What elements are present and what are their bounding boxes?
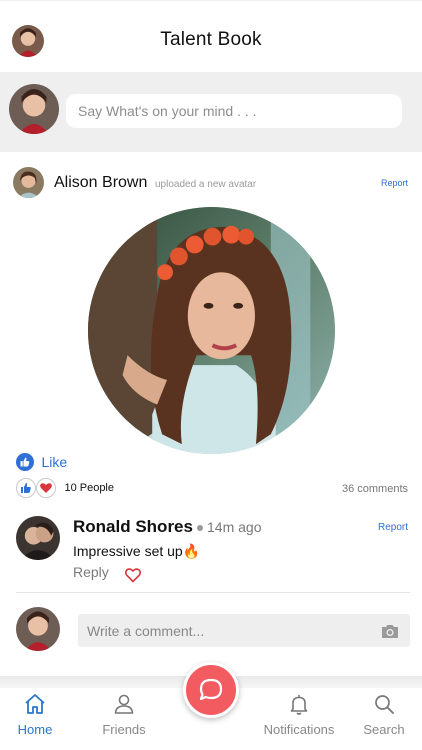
camera-icon[interactable] bbox=[380, 622, 400, 640]
like-button[interactable]: Like bbox=[16, 453, 67, 473]
post-photo[interactable] bbox=[88, 207, 335, 454]
app-title: Talent Book bbox=[160, 29, 262, 50]
comment-text: Impressive set up🔥 bbox=[73, 543, 200, 560]
heart-icon[interactable] bbox=[124, 566, 142, 584]
chat-bubble-icon bbox=[199, 678, 223, 701]
chat-fab-button[interactable] bbox=[183, 662, 239, 718]
user-icon bbox=[114, 694, 134, 714]
bell-icon bbox=[290, 695, 308, 715]
post-composer: Say What's on your mind . . . bbox=[0, 72, 422, 152]
app-header: Talent Book bbox=[0, 0, 422, 72]
comment-composer: Write a comment... bbox=[0, 603, 422, 663]
nav-search[interactable]: Search bbox=[339, 692, 422, 737]
section-divider bbox=[16, 592, 410, 593]
nav-home[interactable]: Home bbox=[0, 692, 80, 737]
current-user-avatar[interactable] bbox=[16, 607, 60, 651]
nav-home-label: Home bbox=[17, 722, 53, 737]
thumbs-up-icon bbox=[16, 478, 36, 498]
comment-report-link[interactable]: Report bbox=[378, 522, 408, 533]
post-header: Alison Brown uploaded a new avatar Repor… bbox=[0, 165, 422, 201]
status-input[interactable]: Say What's on your mind . . . bbox=[66, 94, 402, 128]
post-author-avatar[interactable] bbox=[13, 167, 44, 198]
comment-item: Ronald Shores 14m ago Report Impressive … bbox=[0, 510, 422, 594]
home-icon bbox=[25, 694, 45, 714]
search-icon bbox=[375, 695, 394, 714]
thumbs-up-icon bbox=[16, 453, 34, 471]
comment-time: 14m ago bbox=[197, 519, 261, 535]
fire-emoji: 🔥 bbox=[182, 543, 201, 559]
separator-dot bbox=[197, 525, 203, 532]
post-action-text: uploaded a new avatar bbox=[155, 179, 257, 190]
nav-notifications-label: Notifications bbox=[263, 722, 335, 737]
post-report-link[interactable]: Report bbox=[381, 178, 408, 188]
nav-friends-label: Friends bbox=[102, 722, 146, 737]
composer-avatar[interactable] bbox=[9, 84, 59, 134]
comment-text-body: Impressive set up bbox=[73, 543, 183, 559]
nav-search-label: Search bbox=[363, 722, 405, 737]
comment-time-text: 14m ago bbox=[207, 519, 262, 535]
post-author-name[interactable]: Alison Brown bbox=[54, 174, 147, 192]
commenter-avatar[interactable] bbox=[16, 516, 60, 560]
nav-friends[interactable]: Friends bbox=[79, 692, 169, 737]
comments-count[interactable]: 36 comments bbox=[342, 483, 408, 495]
comment-input[interactable]: Write a comment... bbox=[78, 614, 410, 647]
comment-placeholder: Write a comment... bbox=[87, 623, 205, 639]
reply-button[interactable]: Reply bbox=[73, 564, 109, 580]
likes-count: 10 People bbox=[64, 482, 114, 494]
heart-icon bbox=[36, 478, 56, 498]
commenter-name[interactable]: Ronald Shores bbox=[73, 517, 193, 537]
nav-notifications[interactable]: Notifications bbox=[254, 692, 344, 737]
like-label: Like bbox=[41, 454, 68, 470]
reaction-summary[interactable]: 10 People bbox=[16, 478, 114, 500]
